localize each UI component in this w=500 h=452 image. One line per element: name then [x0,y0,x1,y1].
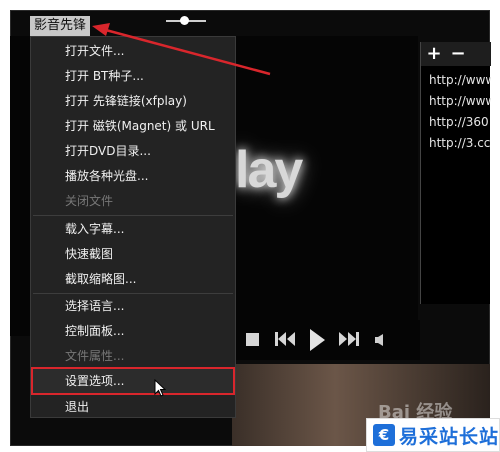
next-icon[interactable] [338,330,360,350]
playlist-items: http://www http://www http://360 http://… [429,70,491,154]
site-logo-icon: € [373,424,395,446]
menu-item-load-subtitle[interactable]: 载入字幕... [33,217,233,241]
menu-item-play-disc[interactable]: 播放各种光盘... [33,164,233,188]
app-title-menu[interactable]: 影音先锋 [30,16,91,36]
site-badge-text: 易采站长站 [399,426,500,448]
menu-item-settings[interactable]: 设置选项... [31,367,235,395]
menu-item-file-properties: 文件属性... [65,349,125,363]
menu-item-open-dvd[interactable]: 打开DVD目录... [33,139,233,163]
main-menu: 打开文件... 打开 BT种子... 打开 先锋链接(xfplay) 打开 磁铁… [30,36,236,418]
playlist-item[interactable]: http://www [429,70,491,91]
menu-item-exit[interactable]: 退出 [33,395,233,419]
mouse-cursor-icon [154,379,166,397]
menu-item-control-panel[interactable]: 控制面板... [33,319,233,343]
menu-item-thumbnail[interactable]: 截取缩略图... [33,267,233,291]
menu-item-close-file: 关闭文件 [65,194,114,208]
playlist-remove-button[interactable]: − [449,44,467,64]
playlist-add-button[interactable]: + [425,44,443,64]
playlist-panel: + − http://www http://www http://360 htt… [420,42,491,304]
stop-icon[interactable] [246,333,259,346]
screenshot: lay + − http://www http://www http://360… [0,0,500,452]
playlist-toolbar: + − [421,42,491,66]
playlist-item[interactable]: http://360 [429,112,491,133]
playback-controls [232,320,420,360]
volume-icon[interactable] [374,333,396,353]
playlist-item[interactable]: http://www [429,91,491,112]
previous-icon[interactable] [274,330,296,350]
menu-separator [33,215,233,216]
menu-item-open-magnet[interactable]: 打开 磁铁(Magnet) 或 URL [33,114,233,138]
player-logo-text: lay [235,141,303,199]
menu-item-open-bt[interactable]: 打开 BT种子... [33,64,233,88]
volume-slider-knob[interactable] [180,16,189,25]
menu-item-open-xfplay[interactable]: 打开 先锋链接(xfplay) [33,89,233,113]
menu-item-language[interactable]: 选择语言... [33,294,233,318]
play-icon[interactable] [308,328,330,351]
menu-item-quick-screenshot[interactable]: 快速截图 [33,242,233,266]
menu-item-open-file[interactable]: 打开文件... [33,39,233,63]
playlist-item[interactable]: http://3.cc [429,133,491,154]
site-badge: € 易采站长站 [366,418,500,452]
